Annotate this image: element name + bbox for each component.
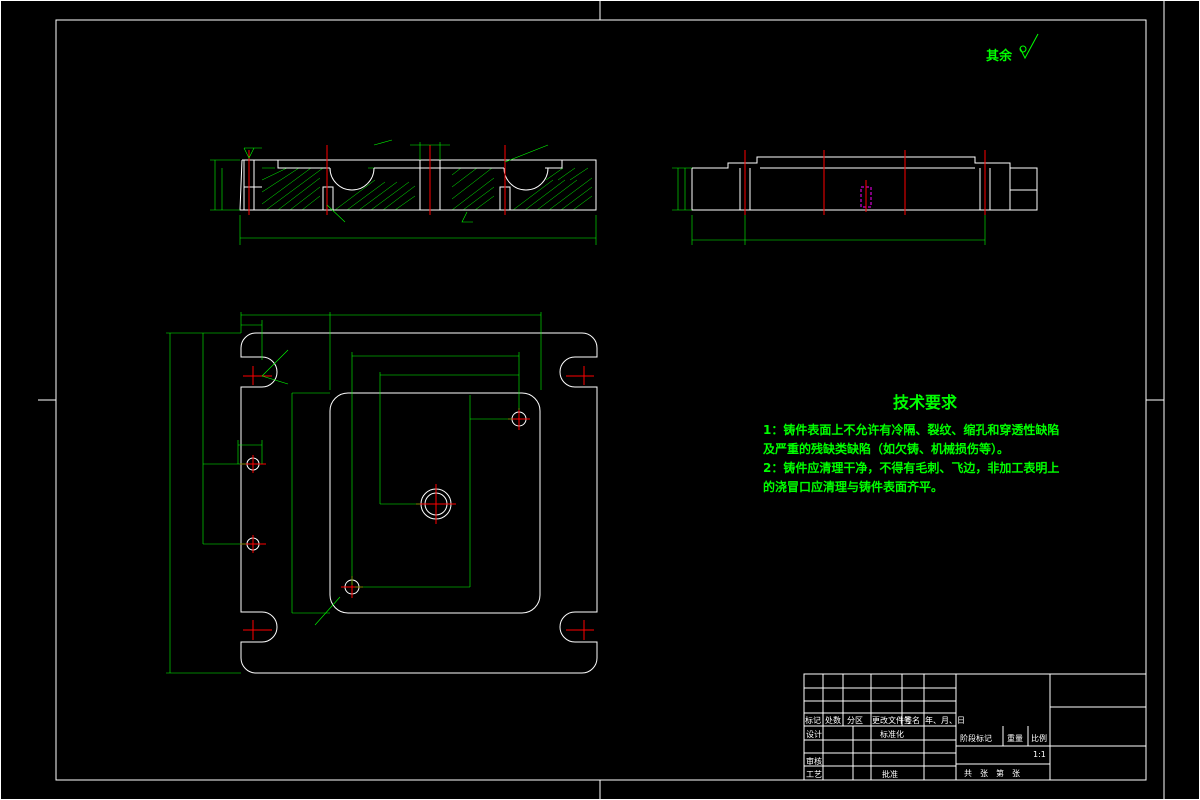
- tb-scale-label: 比例: [1031, 734, 1047, 743]
- plan-dimensions: [166, 312, 542, 674]
- tb-design: 设计: [806, 730, 822, 739]
- sheet-border: [0, 0, 1200, 800]
- tech-requirements-title: 技术要求: [893, 393, 958, 412]
- section-hatching: [261, 167, 593, 211]
- tb-signature: 签名: [904, 716, 920, 725]
- tb-zone: 分区: [847, 716, 863, 725]
- tech-requirement-line-1: 1：铸件表面上不允许有冷隔、裂纹、缩孔和穿透性缺陷: [763, 423, 1060, 437]
- top-view: [166, 312, 598, 674]
- tb-sheets: 共 张 第 张: [964, 769, 1020, 778]
- tb-standardization: 标准化: [880, 730, 904, 739]
- tech-requirement-line-3: 2：铸件应清理干净，不得有毛刺、飞边，非加工表明上: [763, 461, 1060, 475]
- tech-requirement-line-4: 的浇冒口应清理与铸件表面齐平。: [763, 480, 944, 494]
- title-block-grid: [803, 673, 1147, 781]
- plate-outline: [240, 332, 598, 674]
- cad-drawing-canvas: [0, 0, 1200, 800]
- tb-stage-mark: 阶段标记: [960, 734, 992, 743]
- section-outline: [239, 159, 597, 211]
- roughness-label: 其余: [986, 49, 1013, 64]
- tb-review: 审核: [806, 757, 822, 766]
- tb-count: 处数: [825, 716, 841, 725]
- tb-scale-value: 1:1: [1033, 750, 1046, 759]
- tb-mark: 标记: [805, 716, 821, 725]
- side-view: [672, 150, 1038, 245]
- tb-date: 年、月、日: [925, 716, 965, 725]
- front-section-view: [210, 139, 597, 245]
- section-dimensions: [210, 139, 597, 245]
- plan-centerlines: [240, 366, 594, 640]
- tb-weight: 重量: [1007, 734, 1023, 743]
- section-centerlines: [248, 145, 506, 215]
- tb-approve: 批准: [882, 770, 898, 779]
- tb-process: 工艺: [806, 770, 822, 779]
- tech-requirement-line-2: 及严重的残缺类缺陷（如欠铸、机械损伤等）。: [763, 442, 1010, 456]
- roughness-symbol: [1019, 33, 1039, 60]
